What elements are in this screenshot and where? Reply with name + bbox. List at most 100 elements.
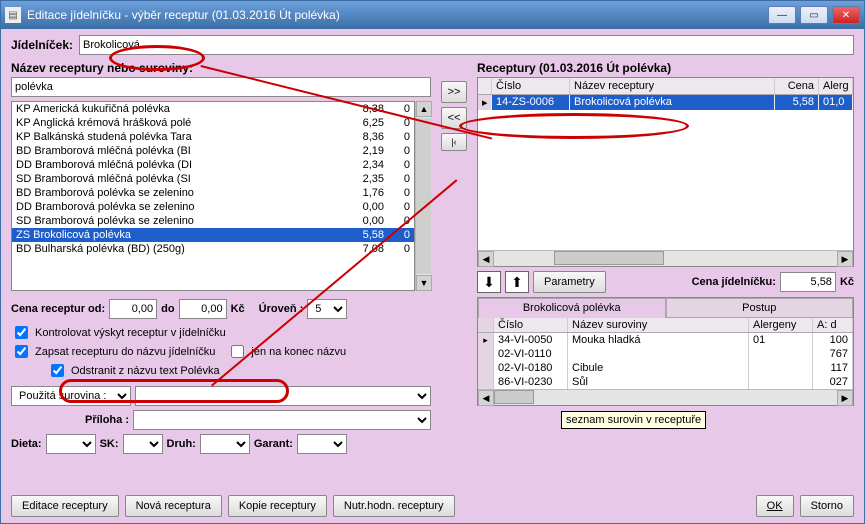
ingredients-panel: Brokolicová polévka Postup Číslo Název s… [477, 297, 854, 406]
check2-label: Zapsat recepturu do názvu jídelníčku [35, 346, 215, 358]
recipe-name: ZS Brokolicová polévka [16, 229, 340, 241]
dieta-label: Dieta: [11, 438, 42, 450]
check-write-name[interactable] [15, 345, 28, 358]
recipe-level: 0 [390, 243, 410, 255]
storno-button[interactable]: Storno [800, 495, 854, 517]
hscroll-left-icon[interactable]: ◀ [478, 251, 494, 267]
move-up-button[interactable]: ⬆ [505, 271, 529, 293]
receptury-label: Receptury (01.03.2016 Út polévka) [477, 61, 854, 75]
check2b-label: jen na konec názvu [251, 346, 346, 358]
move-left-button[interactable]: << [441, 107, 467, 129]
sk-select[interactable] [123, 434, 163, 454]
check-remove-text[interactable] [51, 364, 64, 377]
col-cislo[interactable]: Číslo [492, 78, 570, 94]
ingredient-row[interactable]: 02-VI-0180Cibule117 [478, 361, 853, 375]
recipe-row[interactable]: KP Anglická krémová hrášková polé6,250 [12, 116, 414, 130]
icol-alerg[interactable]: Alergeny [749, 318, 813, 332]
kopie-receptury-button[interactable]: Kopie receptury [228, 495, 327, 517]
recipe-row[interactable]: KP Americká kukuřičná polévka8,380 [12, 102, 414, 116]
dialog-window: ▤ Editace jídelníčku - výběr receptur (0… [0, 0, 865, 524]
jidelnicek-input[interactable] [79, 35, 854, 55]
receptury-row[interactable]: ▸ 14-ZS-0006 Brokolicová polévka 5,58 01… [478, 95, 853, 110]
check-end-only[interactable] [231, 345, 244, 358]
icol-nazev[interactable]: Název suroviny [568, 318, 749, 332]
garant-select[interactable] [297, 434, 347, 454]
recipe-name: KP Anglická krémová hrášková polé [16, 117, 340, 129]
editace-receptury-button[interactable]: Editace receptury [11, 495, 119, 517]
row-cena: 5,58 [775, 95, 819, 110]
receptury-header: Číslo Název receptury Cena Alerg [478, 78, 853, 95]
recipe-level: 0 [390, 173, 410, 185]
recipe-name: DD Bramborová polévka se zelenino [16, 201, 340, 213]
level-select[interactable]: 5 [307, 299, 347, 319]
recipe-row[interactable]: SD Bramborová polévka se zelenino0,000 [12, 214, 414, 228]
kc-label2: Kč [840, 276, 854, 288]
priloha-select[interactable] [133, 410, 431, 430]
recipe-list[interactable]: KP Americká kukuřičná polévka8,380KP Ang… [11, 101, 415, 291]
scroll-down-icon[interactable]: ▼ [416, 275, 432, 291]
recipe-name: SD Bramborová mléčná polévka (SI [16, 173, 340, 185]
recipe-row[interactable]: SD Bramborová mléčná polévka (SI2,350 [12, 172, 414, 186]
recipe-row[interactable]: DD Bramborová mléčná polévka (DI2,340 [12, 158, 414, 172]
move-right-button[interactable]: >> [441, 81, 467, 103]
move-left-single-button[interactable]: |‹ [441, 133, 467, 151]
surovina-value-select[interactable] [135, 386, 431, 406]
ing-hscroll-thumb[interactable] [494, 390, 534, 404]
cena-jidelnicku-value [780, 272, 836, 292]
move-down-button[interactable]: ⬇ [477, 271, 501, 293]
tab-ingredients[interactable]: Brokolicová polévka [478, 298, 666, 318]
icol-amt[interactable]: A: d [813, 318, 853, 332]
close-button[interactable]: ✕ [832, 6, 860, 24]
icol-cislo[interactable]: Číslo [494, 318, 568, 332]
ing-hscroll[interactable]: ◀ ▶ [478, 389, 853, 405]
scroll-thumb[interactable] [416, 118, 431, 274]
minimize-button[interactable]: — [768, 6, 796, 24]
hscroll-thumb[interactable] [554, 251, 664, 265]
ingredients-grid[interactable]: Číslo Název suroviny Alergeny A: d ▸34-V… [478, 318, 853, 405]
window-title: Editace jídelníčku - výběr receptur (01.… [27, 8, 768, 22]
recipe-name: BD Bramborová polévka se zelenino [16, 187, 340, 199]
check1-label: Kontrolovat výskyt receptur v jídelníčku [35, 327, 226, 339]
ingredient-row[interactable]: 02-VI-0110767 [478, 347, 853, 361]
check-control-occurrence[interactable] [15, 326, 28, 339]
price-from-input[interactable] [109, 299, 157, 319]
recipe-price: 2,34 [340, 159, 390, 171]
row-alerg: 01,0 [819, 95, 853, 110]
recipe-scrollbar[interactable]: ▲ ▼ [415, 101, 431, 291]
level-label: Úroveň : [259, 303, 304, 315]
ing-amt: 100 [813, 333, 853, 347]
col-cena[interactable]: Cena [775, 78, 819, 94]
ing-cislo: 86-VI-0230 [494, 375, 568, 389]
ingredient-row[interactable]: ▸34-VI-0050Mouka hladká01100 [478, 333, 853, 347]
nutr-hodn-button[interactable]: Nutr.hodn. receptury [333, 495, 455, 517]
hscroll-right-icon[interactable]: ▶ [837, 251, 853, 267]
dieta-select[interactable] [46, 434, 96, 454]
druh-select[interactable] [200, 434, 250, 454]
recipe-row[interactable]: KP Balkánská studená polévka Tara8,360 [12, 130, 414, 144]
recipe-row[interactable]: DD Bramborová polévka se zelenino0,000 [12, 200, 414, 214]
recipe-row[interactable]: BD Bramborová polévka se zelenino1,760 [12, 186, 414, 200]
ing-alerg: 01 [749, 333, 813, 347]
search-input[interactable] [11, 77, 431, 97]
receptury-hscroll[interactable]: ◀ ▶ [478, 250, 853, 266]
tab-postup[interactable]: Postup [666, 298, 854, 318]
ok-button[interactable]: OK [756, 495, 794, 517]
parametry-button[interactable]: Parametry [533, 271, 606, 293]
recipe-row[interactable]: BD Bramborová mléčná polévka (BI2,190 [12, 144, 414, 158]
recipe-price: 7,08 [340, 243, 390, 255]
scroll-up-icon[interactable]: ▲ [416, 101, 432, 117]
col-nazev[interactable]: Název receptury [570, 78, 775, 94]
col-alerg[interactable]: Alerg [819, 78, 853, 94]
ing-alerg [749, 375, 813, 389]
recipe-name: KP Balkánská studená polévka Tara [16, 131, 340, 143]
surovina-select[interactable]: Použitá surovina : [11, 386, 131, 406]
recipe-row[interactable]: ZS Brokolicová polévka5,580 [12, 228, 414, 242]
titlebar[interactable]: ▤ Editace jídelníčku - výběr receptur (0… [1, 1, 864, 29]
recipe-row[interactable]: BD Bulharská polévka (BD) (250g)7,080 [12, 242, 414, 256]
price-to-input[interactable] [179, 299, 227, 319]
ing-hscroll-right-icon[interactable]: ▶ [837, 390, 853, 406]
ingredient-row[interactable]: 86-VI-0230Sůl027 [478, 375, 853, 389]
nova-receptura-button[interactable]: Nová receptura [125, 495, 222, 517]
maximize-button[interactable]: ▭ [800, 6, 828, 24]
ing-hscroll-left-icon[interactable]: ◀ [478, 390, 494, 406]
